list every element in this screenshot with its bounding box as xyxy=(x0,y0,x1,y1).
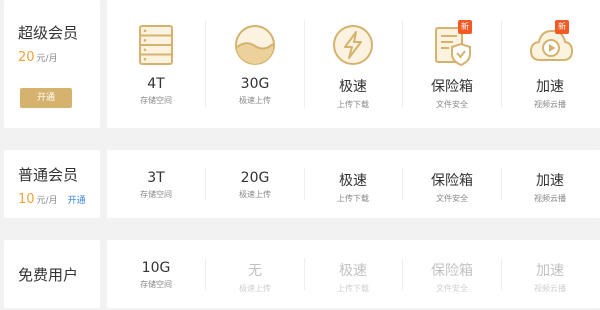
free-user-card: 免费用户 xyxy=(4,240,100,308)
feature-desc: 上传下载 xyxy=(337,100,369,109)
lightning-icon xyxy=(333,25,373,65)
feature-value: 30G xyxy=(240,76,270,92)
feature-upload: 30G 极速上传 xyxy=(206,76,304,106)
price-unit: 元/月 xyxy=(36,196,58,206)
new-badge: 新 xyxy=(458,20,472,34)
feature-value: 3T xyxy=(147,170,165,186)
feature-storage: 4T 存储空间 xyxy=(107,76,205,106)
feature-desc: 极速上传 xyxy=(239,284,271,293)
feature-value: 极速 xyxy=(339,173,367,189)
price-value: 20 xyxy=(18,50,35,65)
free-user-features: 10G 存储空间 无 极速上传 极速 上传下载 保险箱 文件安全 加速 视频云播 xyxy=(107,240,600,308)
super-member-card: 超级会员 20 元/月 开通 xyxy=(4,0,100,128)
feature-value: 20G xyxy=(240,170,270,186)
feature-desc: 视频云播 xyxy=(534,100,566,109)
tier-name: 超级会员 xyxy=(18,24,79,42)
open-regular-member-link[interactable]: 开通 xyxy=(68,196,86,206)
feature-desc: 文件安全 xyxy=(436,194,468,203)
feature-value: 无 xyxy=(248,263,262,279)
feature-value: 保险箱 xyxy=(431,263,473,279)
feature-storage: 10G 存储空间 xyxy=(107,260,205,290)
feature-video: 加速 视频云播 xyxy=(501,260,599,294)
feature-value: 加速 xyxy=(536,173,564,189)
tier-name: 普通会员 xyxy=(18,166,79,184)
feature-safe: 保险箱 文件安全 xyxy=(403,170,501,204)
feature-desc: 存储空间 xyxy=(140,96,172,105)
price-unit: 元/月 xyxy=(36,54,58,64)
feature-safe: 保险箱 文件安全 xyxy=(403,260,501,294)
feature-desc: 存储空间 xyxy=(140,190,172,199)
open-super-member-button[interactable]: 开通 xyxy=(20,88,72,108)
feature-desc: 文件安全 xyxy=(436,100,468,109)
regular-member-features: 3T 存储空间 20G 极速上传 极速 上传下载 保险箱 文件安全 加速 视频云… xyxy=(107,150,600,218)
feature-upload: 20G 极速上传 xyxy=(206,170,304,200)
super-member-row: 超级会员 20 元/月 开通 新 新 4T 存储空间 30G 极速上传 极速 上… xyxy=(0,0,600,128)
free-user-row: 免费用户 10G 存储空间 无 极速上传 极速 上传下载 保险箱 文件安全 加速… xyxy=(0,240,600,308)
feature-desc: 存储空间 xyxy=(140,280,172,289)
feature-desc: 视频云播 xyxy=(534,284,566,293)
feature-value: 保险箱 xyxy=(431,79,473,95)
feature-video: 加速 视频云播 xyxy=(501,76,599,110)
feature-upload: 无 极速上传 xyxy=(206,260,304,294)
feature-speed: 极速 上传下载 xyxy=(304,76,402,110)
feature-desc: 文件安全 xyxy=(436,284,468,293)
feature-desc: 极速上传 xyxy=(239,190,271,199)
feature-value: 加速 xyxy=(536,263,564,279)
price-value: 10 xyxy=(18,192,35,207)
storage-icon xyxy=(139,25,173,65)
feature-video: 加速 视频云播 xyxy=(501,170,599,204)
regular-member-card: 普通会员 10 元/月 开通 xyxy=(4,150,100,218)
tier-name: 免费用户 xyxy=(18,266,79,284)
regular-member-row: 普通会员 10 元/月 开通 3T 存储空间 20G 极速上传 极速 上传下载 保险… xyxy=(0,150,600,218)
feature-safe: 保险箱 文件安全 xyxy=(403,76,501,110)
feature-desc: 上传下载 xyxy=(337,284,369,293)
feature-desc: 极速上传 xyxy=(239,96,271,105)
feature-speed: 极速 上传下载 xyxy=(304,260,402,294)
price: 20 元/月 xyxy=(18,46,58,65)
feature-storage: 3T 存储空间 xyxy=(107,170,205,200)
super-member-features: 新 新 4T 存储空间 30G 极速上传 极速 上传下载 保险箱 文件安全 加速… xyxy=(107,0,600,128)
feature-value: 极速 xyxy=(339,79,367,95)
feature-value: 4T xyxy=(147,76,165,92)
feature-value: 加速 xyxy=(536,79,564,95)
feature-speed: 极速 上传下载 xyxy=(304,170,402,204)
feature-value: 极速 xyxy=(339,263,367,279)
new-badge: 新 xyxy=(555,20,569,34)
feature-desc: 视频云播 xyxy=(534,194,566,203)
feature-value: 保险箱 xyxy=(431,173,473,189)
price: 10 元/月 开通 xyxy=(18,188,86,207)
feature-desc: 上传下载 xyxy=(337,194,369,203)
feature-value: 10G xyxy=(141,260,171,276)
upload-icon xyxy=(235,25,275,65)
